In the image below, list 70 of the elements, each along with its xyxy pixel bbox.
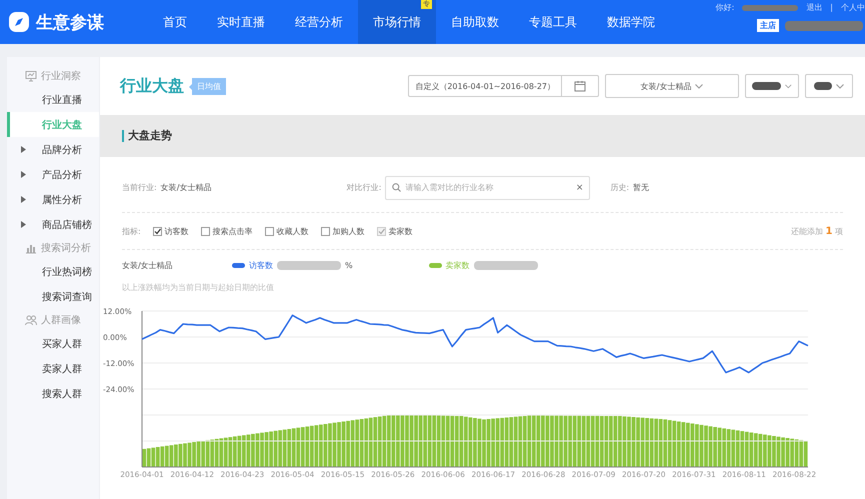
redacted-dropdown[interactable] (805, 74, 853, 98)
sidebar-item[interactable]: 品牌分析 (7, 137, 99, 162)
calendar-icon (574, 80, 586, 92)
legend-category: 女装/女士精品 (122, 260, 174, 270)
expand-arrow-icon (21, 171, 26, 178)
sidebar-item[interactable]: 买家人群 (7, 331, 99, 356)
checkbox-icon (376, 226, 386, 236)
filter-label: 当前行业: (122, 182, 157, 193)
chevron-down-icon (695, 84, 704, 88)
people-icon (25, 314, 37, 326)
legend-label: 访客数 (249, 260, 273, 270)
history-value: 暂无 (633, 182, 650, 193)
indicator-label: 指标: (122, 226, 141, 236)
checkbox-icon (264, 226, 274, 236)
chart-note: 以上涨跌幅均为当前日期与起始日期的比值 (122, 282, 275, 293)
nav-tab[interactable]: 专题工具 (514, 0, 592, 44)
sidebar-group-title: 行业洞察 (41, 70, 81, 83)
redacted-username (742, 4, 798, 10)
app-logo-text: 生意参谋 (36, 12, 104, 34)
checkbox-icon (320, 226, 330, 236)
profile-link[interactable]: 个人中 (841, 2, 865, 13)
page-title: 行业大盘 (120, 76, 184, 96)
monitor-icon (25, 70, 37, 82)
chevron-down-icon (785, 84, 792, 88)
sidebar-item[interactable]: 搜索词查询 (7, 284, 99, 309)
sidebar-item[interactable]: 搜索人群 (7, 381, 99, 406)
redacted-value (474, 260, 538, 270)
checkbox-icon (152, 226, 162, 236)
logout-link[interactable]: 退出 (806, 2, 822, 13)
search-icon (392, 183, 402, 192)
sidebar-group-title: 搜索词分析 (41, 242, 91, 255)
redacted-value (277, 260, 341, 270)
sidebar-item[interactable]: 商品店铺榜 (7, 212, 99, 237)
shop-tag: 主店 (757, 19, 779, 32)
sidebar-item[interactable]: 产品分析 (7, 162, 99, 187)
clear-icon[interactable]: × (576, 182, 584, 192)
expand-arrow-icon (21, 196, 26, 203)
sidebar-group-title: 人群画像 (41, 314, 81, 327)
compare-search-field[interactable]: 请输入需对比的行业名称 × (385, 176, 590, 200)
sidebar-item[interactable]: 属性分析 (7, 187, 99, 212)
current-industry-value: 女装/女士精品 (160, 182, 212, 193)
redacted-dropdown[interactable] (745, 74, 799, 98)
bar-chart-icon (25, 242, 37, 254)
date-range-picker[interactable]: 自定义（2016-04-01~2016-08-27） (408, 75, 599, 97)
sidebar-item[interactable]: 行业热词榜 (7, 259, 99, 284)
expand-arrow-icon (21, 146, 26, 153)
greeting-text: 你好: (716, 2, 734, 13)
chevron-down-icon (836, 84, 844, 88)
legend-label: 卖家数 (446, 260, 470, 270)
remaining-count-text: 还能添加 1 项 (790, 226, 843, 236)
nav-tab[interactable]: 自助取数 (436, 0, 514, 44)
nav-tab[interactable]: 首页 (148, 0, 202, 44)
filter-label: 对比行业: (346, 182, 382, 193)
separator-text: | (830, 3, 833, 12)
nav-tab[interactable]: 经营分析 (280, 0, 358, 44)
indicator-checkbox[interactable]: 访客数 (152, 226, 189, 236)
expand-arrow-icon (21, 221, 26, 228)
sidebar-item[interactable]: 行业直播 (7, 87, 99, 112)
indicator-checkbox[interactable]: 加购人数 (320, 226, 365, 236)
section-title: 大盘走势 (122, 130, 172, 142)
filter-label: 历史: (610, 182, 630, 193)
nav-tab[interactable]: 数据学院 (592, 0, 670, 44)
legend-suffix: % (345, 260, 353, 270)
category-dropdown[interactable]: 女装/女士精品 (605, 74, 739, 98)
indicator-checkbox[interactable]: 收藏人数 (264, 226, 309, 236)
checkbox-icon (200, 226, 210, 236)
indicator-checkbox[interactable]: 搜索点击率 (200, 226, 253, 236)
nav-tab[interactable]: 实时直播 (202, 0, 280, 44)
compass-logo-icon (8, 11, 30, 33)
sidebar-item[interactable]: 卖家人群 (7, 356, 99, 381)
